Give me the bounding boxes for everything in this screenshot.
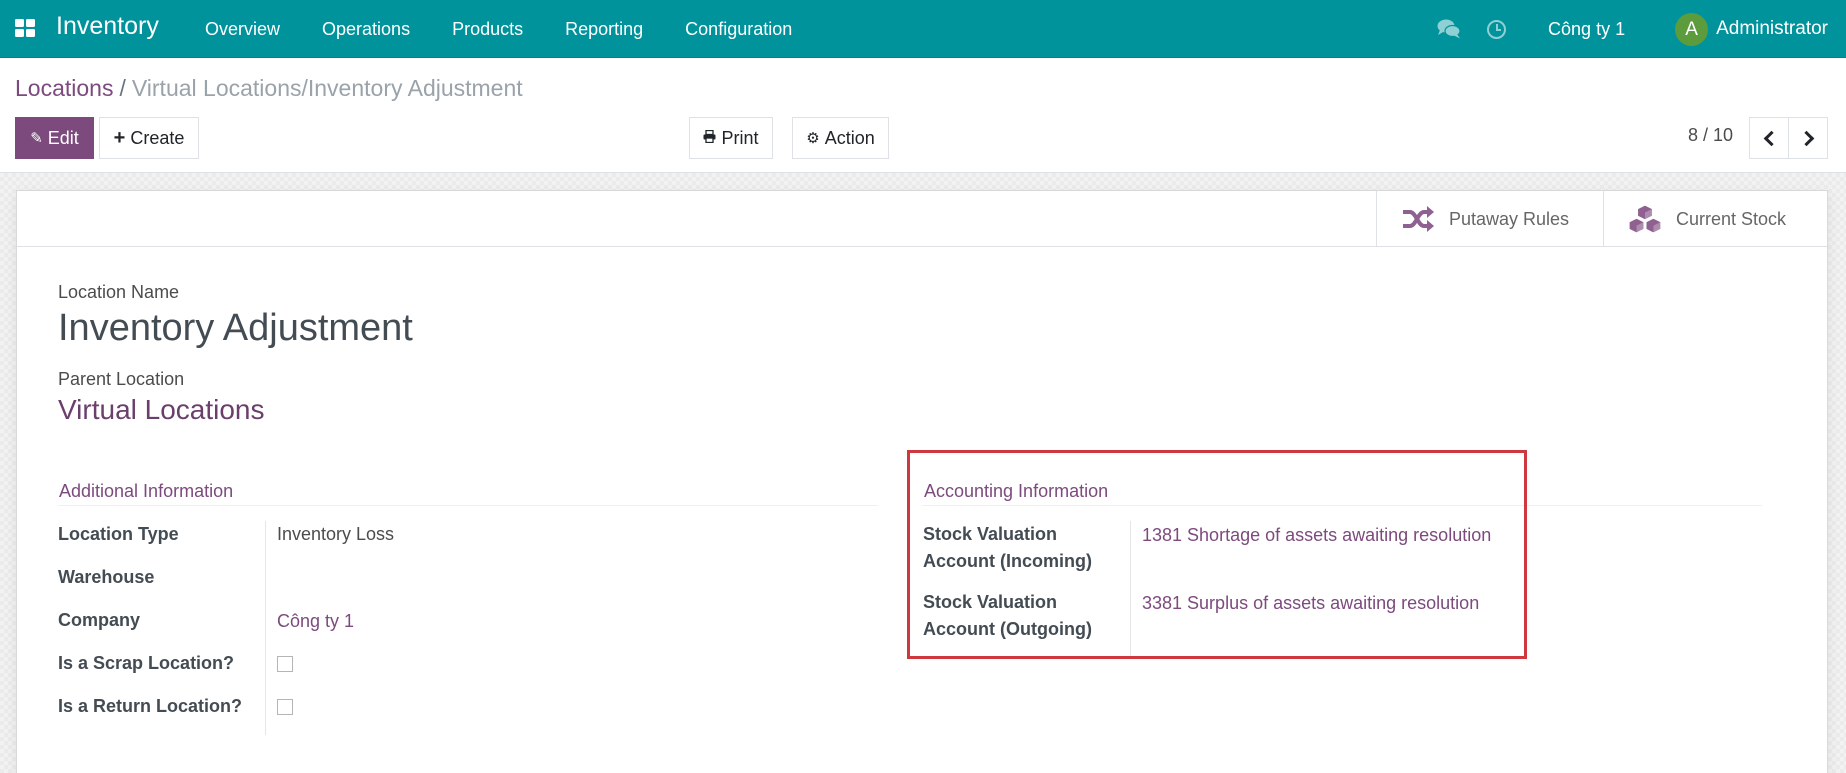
edit-button[interactable]: ✎ Edit bbox=[15, 117, 94, 159]
breadcrumb-current: Virtual Locations/Inventory Adjustment bbox=[131, 75, 523, 101]
control-panel: Locations / Virtual Locations/Inventory Ad… bbox=[0, 58, 1846, 173]
return-location-label: Is a Return Location? bbox=[58, 696, 243, 716]
pager-value[interactable]: 8 / 10 bbox=[1688, 125, 1733, 146]
menu-operations[interactable]: Operations bbox=[322, 0, 410, 58]
cubes-icon bbox=[1628, 204, 1662, 234]
menu-products[interactable]: Products bbox=[452, 0, 523, 58]
additional-info-title: Additional Information bbox=[59, 481, 234, 501]
current-stock-button[interactable]: Current Stock bbox=[1603, 191, 1827, 247]
print-button[interactable]: Print bbox=[689, 117, 773, 159]
location-type-label: Location Type bbox=[58, 524, 179, 544]
additional-info-column-divider bbox=[265, 521, 266, 735]
app-name[interactable]: Inventory bbox=[56, 12, 159, 41]
print-label: Print bbox=[721, 127, 759, 148]
current-stock-label: Current Stock bbox=[1676, 208, 1787, 229]
create-label: Create bbox=[130, 127, 185, 148]
top-navbar: Inventory Overview Operations Products R… bbox=[0, 0, 1846, 58]
action-button[interactable]: ⚙ Action bbox=[792, 117, 889, 159]
apps-grid-icon[interactable] bbox=[15, 19, 35, 37]
smart-button-box: Putaway Rules Current Stock bbox=[17, 191, 1827, 247]
chevron-right-icon bbox=[1798, 130, 1814, 146]
pager-previous-button[interactable] bbox=[1749, 117, 1789, 159]
clock-icon[interactable] bbox=[1487, 19, 1507, 39]
main-menu: Overview Operations Products Reporting C… bbox=[205, 0, 834, 58]
warehouse-label: Warehouse bbox=[58, 567, 155, 587]
menu-reporting[interactable]: Reporting bbox=[565, 0, 643, 58]
company-link[interactable]: Công ty 1 bbox=[277, 608, 354, 635]
action-label: Action bbox=[824, 127, 875, 148]
gear-icon: ⚙ bbox=[806, 130, 820, 147]
parent-location-label: Parent Location bbox=[58, 369, 185, 389]
pencil-icon: ✎ bbox=[30, 130, 43, 147]
return-location-checkbox[interactable] bbox=[277, 699, 293, 715]
putaway-rules-button[interactable]: Putaway Rules bbox=[1376, 191, 1603, 247]
chat-icon[interactable] bbox=[1437, 18, 1461, 40]
pager-next-button[interactable] bbox=[1788, 117, 1828, 159]
systray: Công ty 1 A Administrator bbox=[1437, 0, 1828, 58]
menu-overview[interactable]: Overview bbox=[205, 0, 280, 58]
form-sheet: Putaway Rules Current Stock Location Nam… bbox=[16, 190, 1828, 773]
create-button[interactable]: + Create bbox=[99, 117, 199, 159]
additional-info-divider bbox=[58, 505, 878, 506]
menu-configuration[interactable]: Configuration bbox=[685, 0, 792, 58]
putaway-rules-label: Putaway Rules bbox=[1449, 208, 1570, 229]
breadcrumb-locations[interactable]: Locations bbox=[15, 75, 113, 101]
avatar[interactable]: A bbox=[1675, 12, 1709, 46]
scrap-location-checkbox[interactable] bbox=[277, 656, 293, 672]
company-switcher[interactable]: Công ty 1 bbox=[1548, 19, 1625, 40]
plus-icon: + bbox=[113, 126, 126, 149]
chevron-left-icon bbox=[1763, 130, 1779, 146]
shuffle-icon bbox=[1403, 206, 1434, 232]
location-name-label: Location Name bbox=[58, 282, 180, 302]
printer-icon bbox=[703, 129, 716, 147]
location-type-value: Inventory Loss bbox=[277, 524, 395, 544]
annotation-highlight-box bbox=[907, 450, 1527, 659]
company-label: Company bbox=[58, 610, 141, 630]
user-menu[interactable]: Administrator bbox=[1716, 18, 1828, 40]
breadcrumb: Locations / Virtual Locations/Inventory Ad… bbox=[15, 75, 523, 102]
breadcrumb-separator: / bbox=[119, 75, 126, 101]
location-name-value: Inventory Adjustment bbox=[58, 307, 413, 349]
edit-label: Edit bbox=[47, 127, 79, 148]
parent-location-link[interactable]: Virtual Locations bbox=[58, 394, 265, 426]
scrap-location-label: Is a Scrap Location? bbox=[58, 653, 235, 673]
